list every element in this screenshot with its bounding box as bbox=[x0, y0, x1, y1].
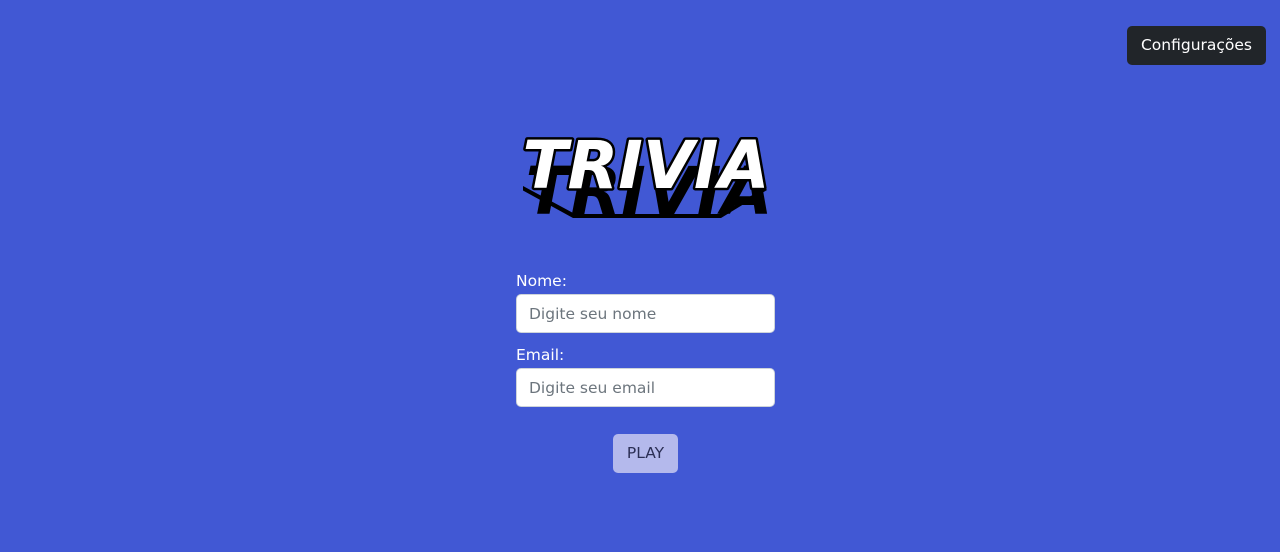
name-input[interactable] bbox=[516, 294, 775, 333]
play-button[interactable]: PLAY bbox=[613, 434, 678, 473]
logo-face: TRIVIA bbox=[523, 128, 769, 207]
svg-text:TRIVIA: TRIVIA bbox=[523, 128, 769, 204]
email-input[interactable] bbox=[516, 368, 775, 407]
settings-button[interactable]: Configurações bbox=[1127, 26, 1266, 65]
trivia-logo: TRIVIA TRIVIA bbox=[523, 128, 769, 220]
email-label: Email: bbox=[516, 346, 565, 364]
name-label: Nome: bbox=[516, 272, 567, 290]
login-form: Nome: Email: bbox=[516, 270, 775, 407]
